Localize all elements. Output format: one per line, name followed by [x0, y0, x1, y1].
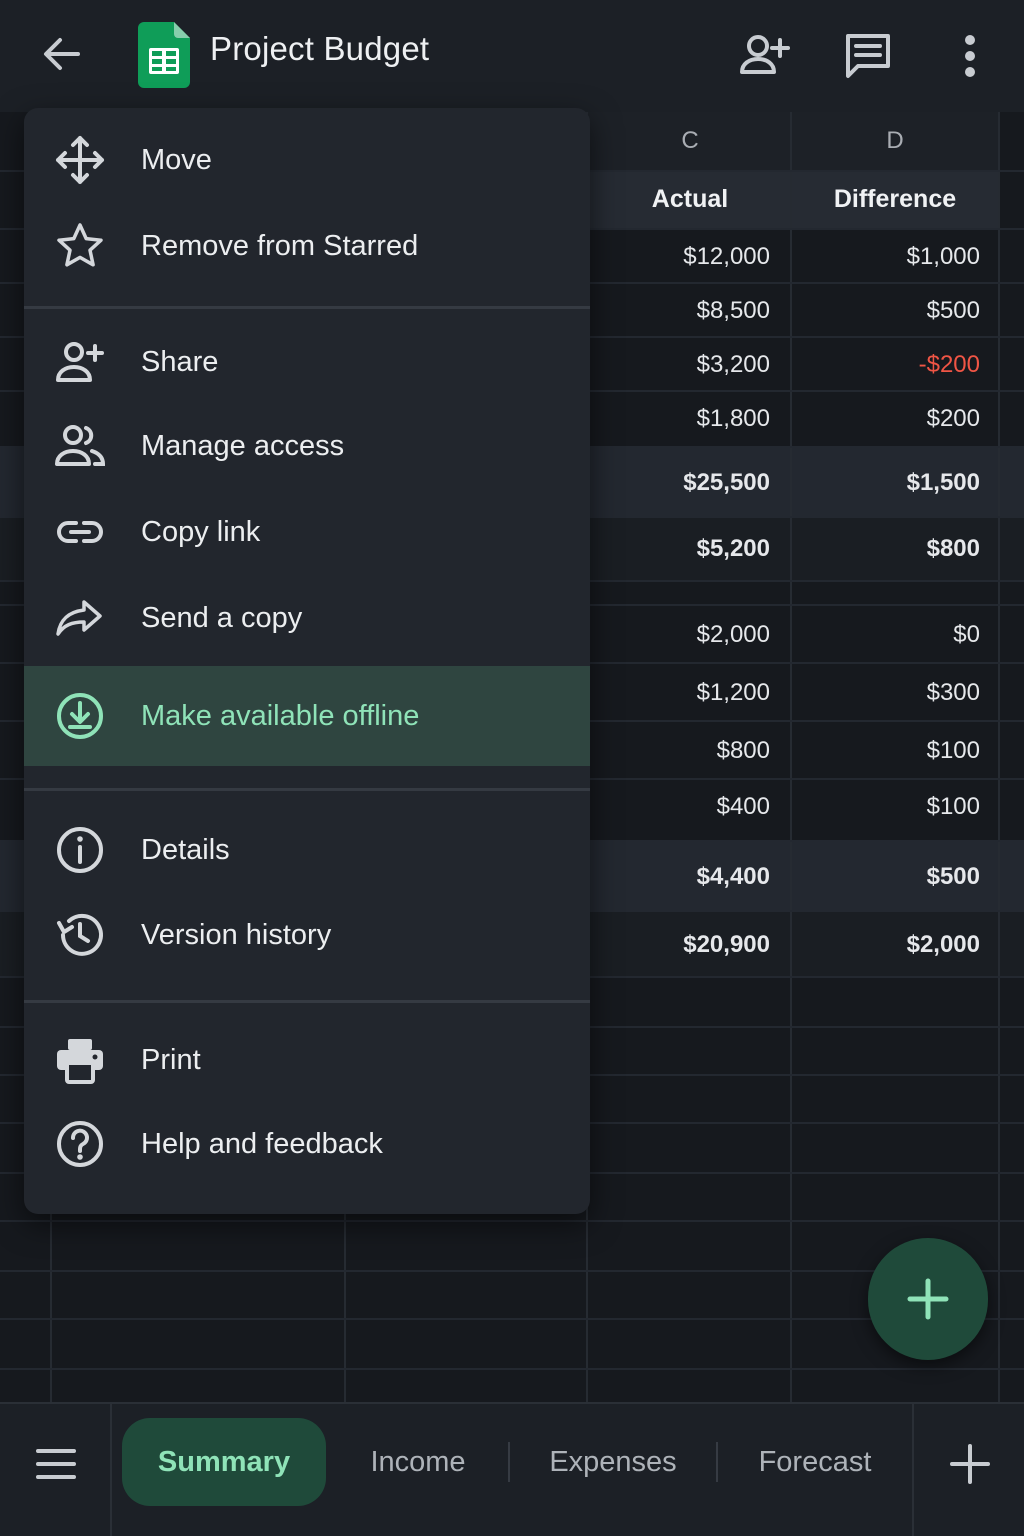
cell-actual-subtotal[interactable]: $4,400 [588, 850, 790, 904]
menu-item-label: Manage access [141, 429, 345, 462]
link-icon [54, 506, 106, 558]
menu-item-label: Make available offline [141, 699, 420, 732]
menu-item-label: Remove from Starred [141, 229, 419, 262]
cell-difference-total[interactable]: $800 [792, 522, 1000, 576]
menu-item-help-and-feedback[interactable]: Help and feedback [24, 1102, 590, 1186]
cell-difference-total[interactable]: $2,000 [792, 918, 1000, 972]
menu-item-label: Copy link [141, 515, 261, 548]
menu-item-label: Help and feedback [141, 1127, 383, 1160]
back-arrow-icon[interactable] [36, 28, 88, 80]
menu-item-remove-from-starred[interactable]: Remove from Starred [24, 204, 590, 288]
menu-item-copy-link[interactable]: Copy link [24, 490, 590, 574]
plus-icon [907, 1278, 949, 1320]
hamburger-menu-icon[interactable] [30, 1438, 82, 1490]
share-arrow-icon [54, 592, 106, 644]
menu-item-label: Send a copy [141, 601, 303, 634]
person-add-icon [54, 336, 106, 388]
printer-icon [54, 1034, 106, 1086]
menu-item-details[interactable]: Details [24, 808, 590, 892]
menu-item-label: Share [141, 345, 219, 378]
cell-difference-subtotal[interactable]: $500 [792, 850, 1000, 904]
cell-actual[interactable]: $1,200 [588, 666, 790, 720]
tab-expenses[interactable]: Expenses [512, 1418, 714, 1506]
tab-forecast[interactable]: Forecast [720, 1418, 910, 1506]
cell-difference-subtotal[interactable]: $1,500 [792, 456, 1000, 510]
column-header-d[interactable]: D [792, 112, 998, 170]
info-icon [54, 824, 106, 876]
help-icon [54, 1118, 106, 1170]
cell-actual-total[interactable]: $20,900 [588, 918, 790, 972]
cell-difference[interactable]: $300 [792, 666, 1000, 720]
column-header-c[interactable]: C [588, 112, 792, 170]
cell-actual[interactable]: $2,000 [588, 608, 790, 662]
cell-actual[interactable]: $8,500 [588, 284, 790, 338]
cell-actual[interactable]: $3,200 [588, 338, 790, 392]
cell-actual-total[interactable]: $5,200 [588, 522, 790, 576]
people-icon [54, 420, 106, 472]
menu-item-print[interactable]: Print [24, 1018, 590, 1102]
tab-summary[interactable]: Summary [122, 1418, 326, 1506]
document-title: Project Budget [210, 30, 430, 67]
menu-item-label: Version history [141, 918, 332, 951]
download-circle-icon [54, 690, 106, 742]
menu-item-share[interactable]: Share [24, 320, 590, 404]
cell-actual-header[interactable]: Actual [588, 170, 792, 228]
menu-item-label: Print [141, 1043, 201, 1076]
cell-difference[interactable]: $0 [792, 608, 1000, 662]
menu-item-version-history[interactable]: Version history [24, 893, 590, 977]
menu-item-make-available-offline[interactable]: Make available offline [24, 666, 590, 766]
more-vert-icon[interactable] [942, 28, 998, 84]
sheets-logo-icon [138, 22, 190, 88]
cell-difference[interactable]: $200 [792, 392, 1000, 446]
menu-item-send-a-copy[interactable]: Send a copy [24, 576, 590, 660]
menu-item-move[interactable]: Move [24, 118, 590, 202]
cell-difference-negative[interactable]: -$200 [792, 338, 1000, 392]
menu-item-manage-access[interactable]: Manage access [24, 404, 590, 488]
cell-actual[interactable]: $12,000 [588, 230, 790, 284]
add-person-icon[interactable] [736, 28, 792, 84]
move-icon [54, 134, 106, 186]
cell-actual[interactable]: $400 [588, 780, 790, 834]
menu-item-label: Move [141, 143, 212, 176]
star-icon [54, 220, 106, 272]
add-fab-button[interactable] [868, 1238, 988, 1360]
cell-actual[interactable]: $1,800 [588, 392, 790, 446]
history-icon [54, 909, 106, 961]
cell-difference[interactable]: $1,000 [792, 230, 1000, 284]
cell-difference-header[interactable]: Difference [792, 170, 998, 228]
add-sheet-icon[interactable] [944, 1438, 996, 1490]
cell-difference[interactable]: $100 [792, 780, 1000, 834]
cell-actual[interactable]: $800 [588, 724, 790, 778]
tab-income[interactable]: Income [330, 1418, 506, 1506]
sheet-tab-bar: Summary Income Expenses Forecast [0, 1402, 1024, 1536]
cell-difference[interactable]: $500 [792, 284, 1000, 338]
overflow-menu: Move Remove from Starred Share Manage ac… [24, 108, 590, 1214]
cell-difference[interactable]: $100 [792, 724, 1000, 778]
app-bar: Project Budget [0, 0, 1024, 112]
comment-icon[interactable] [840, 28, 896, 84]
cell-actual-subtotal[interactable]: $25,500 [588, 456, 790, 510]
menu-item-label: Details [141, 833, 230, 866]
